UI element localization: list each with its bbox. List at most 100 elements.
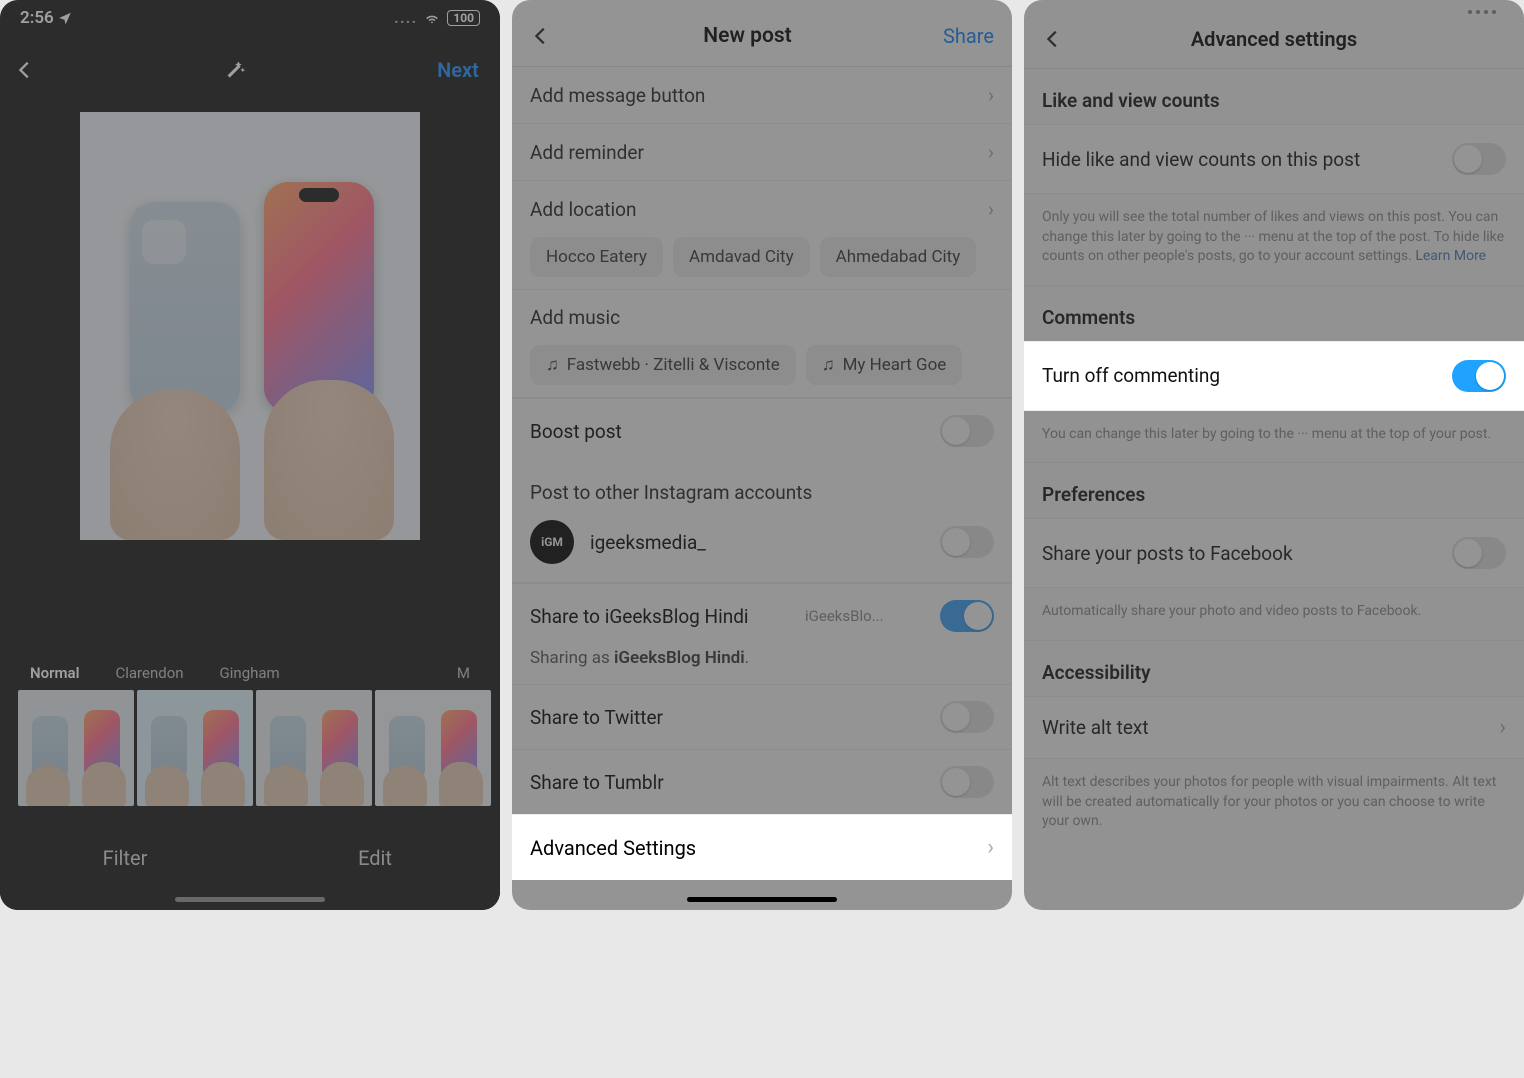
filter-label-normal[interactable]: Normal — [30, 664, 79, 682]
sharing-as-prefix: Sharing as — [530, 648, 614, 668]
row-turn-off-commenting: Turn off commenting — [1024, 341, 1524, 411]
learn-more-link[interactable]: Learn More — [1415, 248, 1486, 264]
filter-label-clarendon[interactable]: Clarendon — [115, 664, 183, 682]
chevron-right-icon: › — [988, 83, 994, 107]
filter-label-gingham[interactable]: Gingham — [220, 664, 280, 682]
status-time: 2:56 — [20, 8, 54, 28]
row-label: Share to Twitter — [530, 706, 663, 729]
section-likes-header: Like and view counts — [1024, 69, 1524, 124]
share-facebook-toggle[interactable] — [1452, 537, 1506, 569]
home-indicator — [687, 897, 837, 902]
share-twitter-toggle[interactable] — [940, 701, 994, 733]
home-indicator — [175, 897, 325, 902]
section-preferences-header: Preferences — [1024, 463, 1524, 518]
location-chip[interactable]: Amdavad City — [673, 237, 810, 277]
screen-advanced-settings: Advanced settings Like and view counts H… — [1024, 0, 1524, 910]
section-comments-header: Comments — [1024, 286, 1524, 341]
back-arrow-icon[interactable] — [530, 25, 552, 47]
next-button[interactable]: Next — [430, 42, 486, 98]
sharing-as-text: Sharing as iGeeksBlog Hindi. — [512, 648, 1012, 684]
row-share-facebook: Share your posts to Facebook — [1024, 518, 1524, 588]
row-label: Advanced Settings — [530, 836, 696, 860]
tab-edit[interactable]: Edit — [250, 846, 500, 870]
photo-preview-area — [0, 108, 500, 650]
row-share-tumblr: Share to Tumblr — [512, 749, 1012, 814]
row-label: Add message button — [530, 84, 705, 107]
location-arrow-icon — [58, 11, 72, 25]
sharing-as-name: iGeeksBlog Hindi — [614, 648, 745, 668]
music-chip[interactable]: ♫ Fastwebb · Zitelli & Visconte — [530, 345, 796, 385]
row-share-twitter: Share to Twitter — [512, 684, 1012, 749]
filter-thumb-partial[interactable] — [375, 690, 491, 806]
other-accounts-label: Post to other Instagram accounts — [512, 463, 1012, 514]
share-button[interactable]: Share — [943, 24, 994, 48]
row-label: Turn off commenting — [1042, 364, 1220, 387]
filter-thumb-clarendon[interactable] — [137, 690, 253, 806]
boost-toggle[interactable] — [940, 415, 994, 447]
row-label: Boost post — [530, 420, 622, 443]
sharing-as-suffix: . — [745, 648, 749, 668]
battery-indicator: 100 — [447, 10, 480, 26]
magic-wand-icon[interactable] — [220, 57, 246, 83]
advanced-top-nav: Advanced settings — [1024, 14, 1524, 69]
filter-thumb-gingham[interactable] — [256, 690, 372, 806]
account-handle: igeeksmedia_ — [590, 531, 924, 554]
row-add-location[interactable]: Add location › — [512, 181, 1012, 237]
music-chip[interactable]: ♫ My Heart Goe — [806, 345, 963, 385]
row-label: Add reminder — [530, 141, 644, 164]
music-note-icon: ♫ — [546, 355, 559, 375]
cellular-dots-icon: .... — [394, 8, 417, 28]
status-dots — [1024, 0, 1524, 14]
location-chip[interactable]: Ahmedabad City — [820, 237, 977, 277]
chevron-right-icon: › — [1499, 715, 1506, 740]
editor-top-nav: Next — [0, 32, 500, 108]
share-hindi-toggle[interactable] — [940, 600, 994, 632]
back-arrow-icon[interactable] — [14, 59, 36, 81]
chevron-right-icon: › — [987, 835, 994, 860]
hide-likes-description: Only you will see the total number of li… — [1024, 194, 1524, 286]
filter-label-partial[interactable]: M — [457, 664, 470, 682]
tab-filter[interactable]: Filter — [0, 846, 250, 870]
row-add-message-button[interactable]: Add message button › — [512, 67, 1012, 124]
page-title: Advanced settings — [1191, 27, 1357, 51]
row-add-reminder[interactable]: Add reminder › — [512, 124, 1012, 181]
screen-filter-editor: 2:56 .... 100 Next Normal Clarendon Ging… — [0, 0, 500, 910]
filter-thumb-normal[interactable] — [18, 690, 134, 806]
status-bar: 2:56 .... 100 — [0, 0, 500, 32]
row-advanced-settings[interactable]: Advanced Settings › — [512, 814, 1012, 880]
share-facebook-description: Automatically share your photo and video… — [1024, 588, 1524, 641]
wifi-icon — [423, 11, 441, 25]
row-label: Add music — [530, 306, 620, 329]
row-add-music[interactable]: Add music — [512, 290, 1012, 345]
row-write-alt-text[interactable]: Write alt text › — [1024, 696, 1524, 759]
account-row: iGM igeeksmedia_ — [512, 514, 1012, 583]
new-post-top-nav: New post Share — [512, 0, 1012, 67]
account-toggle[interactable] — [940, 526, 994, 558]
share-tumblr-toggle[interactable] — [940, 766, 994, 798]
hide-likes-toggle[interactable] — [1452, 143, 1506, 175]
row-label: Add location — [530, 198, 636, 221]
music-note-icon: ♫ — [822, 355, 835, 375]
photo-preview[interactable] — [80, 112, 420, 540]
row-label: Share your posts to Facebook — [1042, 542, 1293, 565]
chevron-right-icon: › — [988, 140, 994, 164]
music-chip-label: Fastwebb · Zitelli & Visconte — [567, 355, 780, 375]
chevron-right-icon: › — [988, 197, 994, 221]
next-button-label: Next — [437, 58, 479, 82]
music-chips: ♫ Fastwebb · Zitelli & Visconte ♫ My Heart… — [512, 345, 1012, 398]
row-sublabel: iGeeksBlo... — [805, 607, 884, 625]
location-chips: Hocco Eatery Amdavad City Ahmedabad City — [512, 237, 1012, 290]
row-boost-post: Boost post — [512, 398, 1012, 463]
location-chip[interactable]: Hocco Eatery — [530, 237, 663, 277]
row-label: Share to iGeeksBlog Hindi — [530, 605, 749, 628]
avatar: iGM — [530, 520, 574, 564]
row-label: Hide like and view counts on this post — [1042, 148, 1360, 171]
row-hide-likes: Hide like and view counts on this post — [1024, 124, 1524, 194]
turn-off-commenting-toggle[interactable] — [1452, 360, 1506, 392]
screen-new-post: New post Share Add message button › Add … — [512, 0, 1012, 910]
row-label: Share to Tumblr — [530, 771, 664, 794]
music-chip-label: My Heart Goe — [843, 355, 947, 375]
page-title: New post — [703, 24, 791, 48]
filter-thumbnails[interactable] — [0, 690, 500, 806]
back-arrow-icon[interactable] — [1042, 28, 1064, 50]
